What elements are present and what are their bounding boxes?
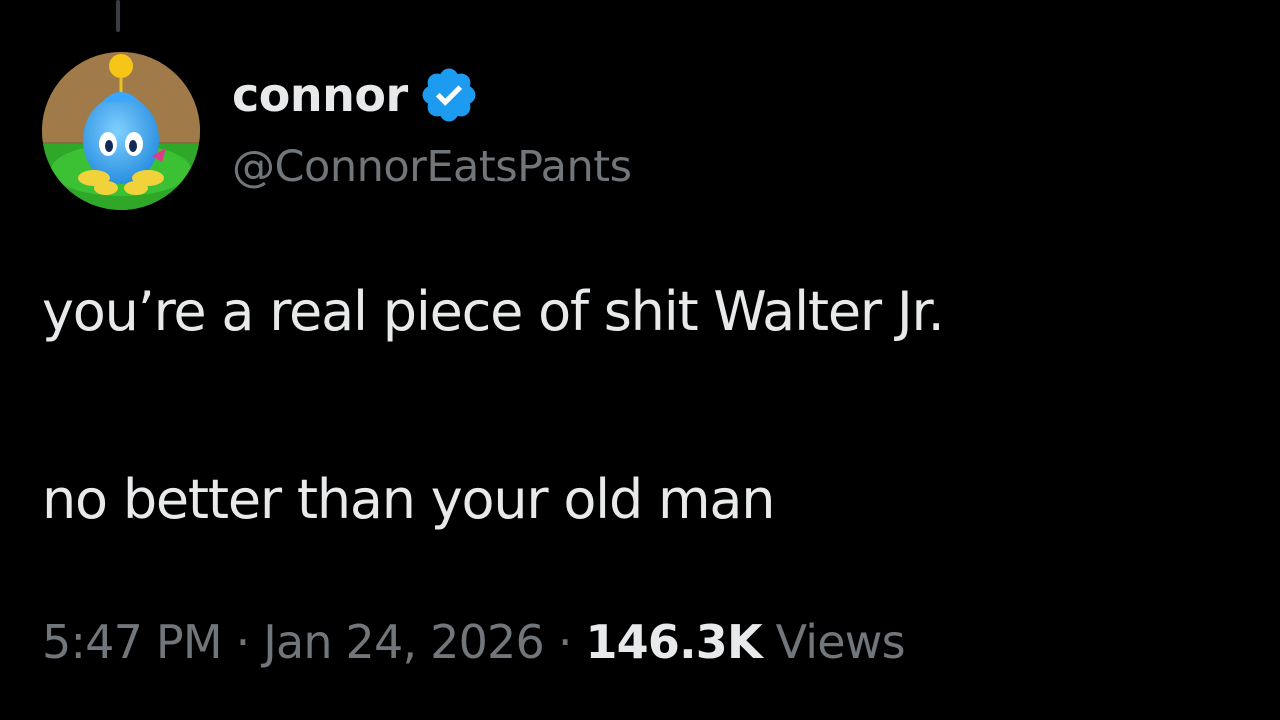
tweet-date[interactable]: Jan 24, 2026	[263, 615, 545, 669]
tweet-time[interactable]: 5:47 PM	[42, 615, 223, 669]
author-name-row: connor	[232, 62, 480, 128]
chao-avatar-icon	[42, 52, 200, 210]
views-label: Views	[761, 615, 906, 669]
views-count[interactable]: 146.3K	[585, 615, 762, 669]
tweet-text-line-1: you’re a real piece of shit Walter Jr.	[42, 280, 945, 343]
tweet-meta: 5:47 PM · Jan 24, 2026 · 146.3K Views	[42, 615, 906, 669]
tweet-text-line-2: no better than your old man	[42, 468, 776, 531]
meta-separator: ·	[221, 615, 264, 669]
avatar[interactable]	[42, 52, 200, 210]
display-name[interactable]: connor	[232, 68, 408, 122]
thread-connector-line	[116, 0, 120, 32]
verified-badge-icon[interactable]	[418, 64, 480, 126]
author-handle[interactable]: @ConnorEatsPants	[232, 142, 632, 192]
meta-separator: ·	[544, 615, 586, 669]
